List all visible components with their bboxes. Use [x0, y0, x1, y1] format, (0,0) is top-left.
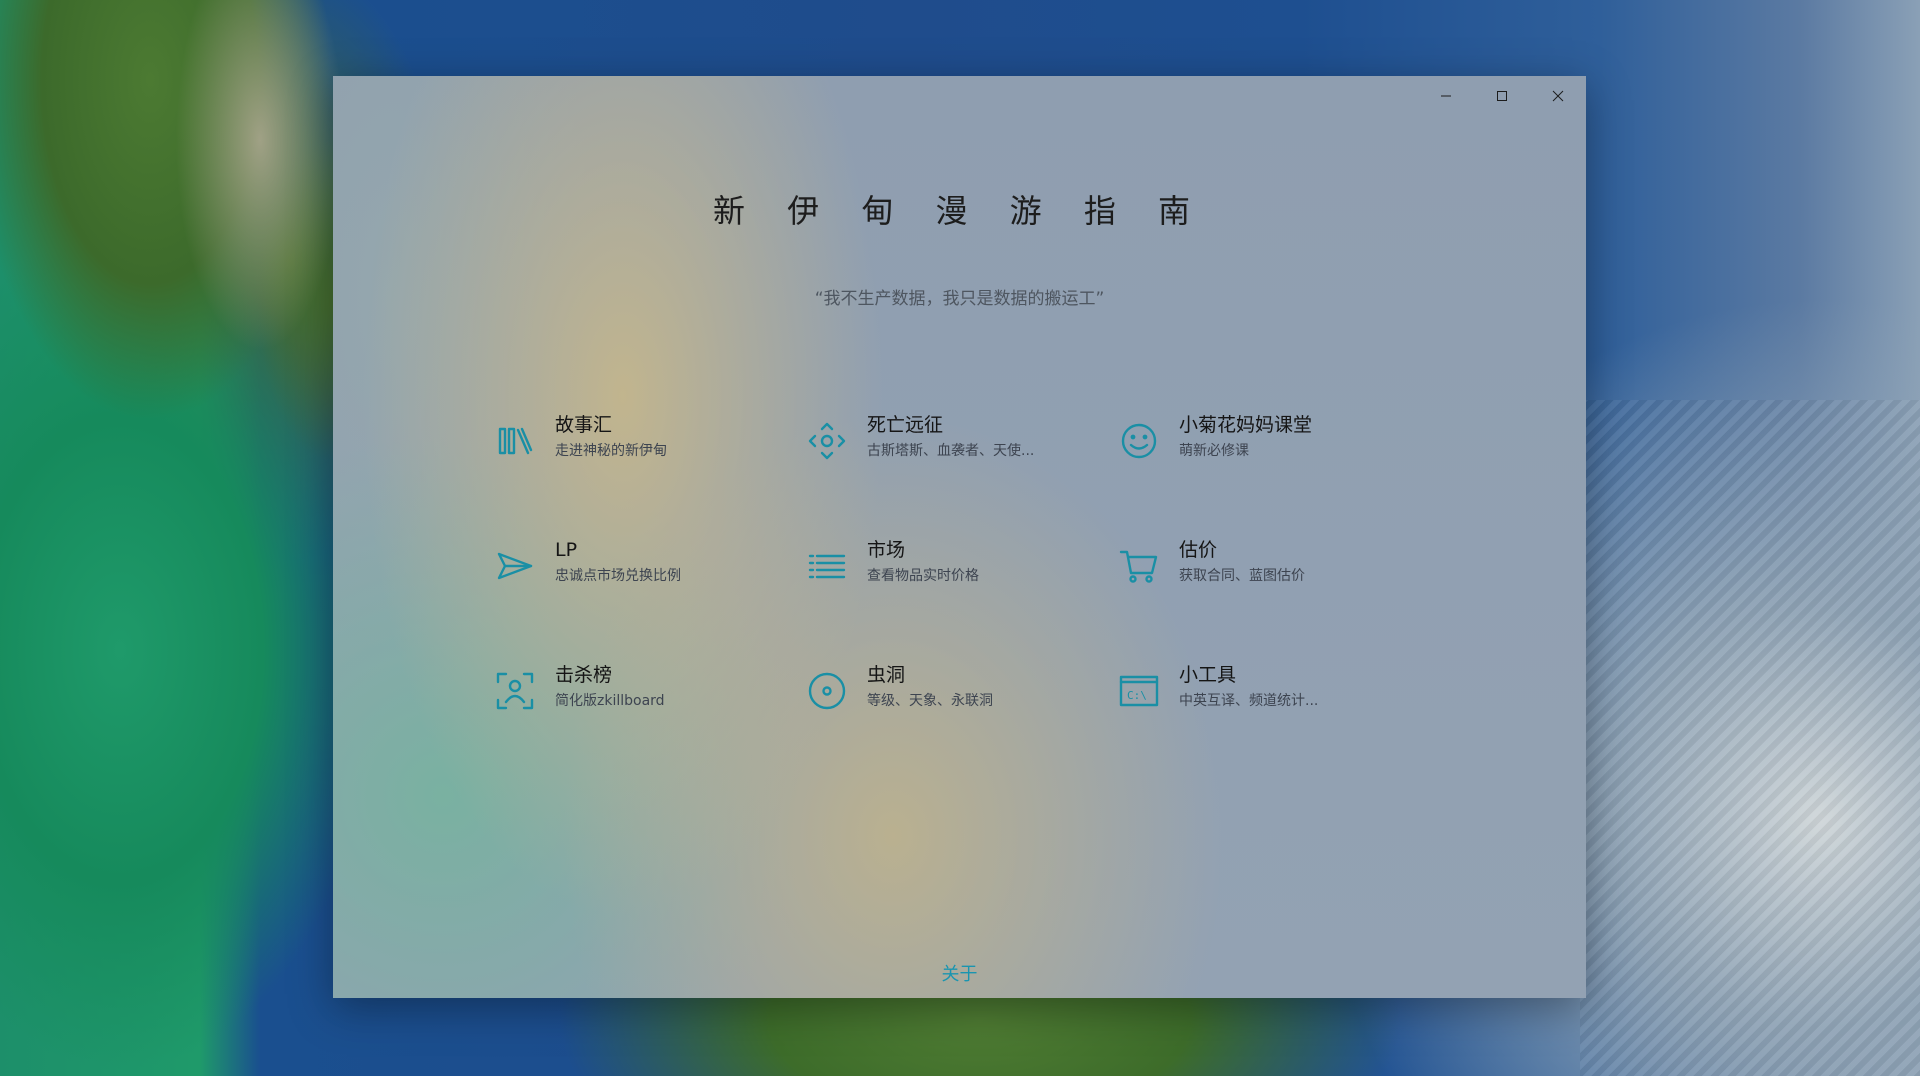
background-shore	[0, 0, 340, 1076]
svg-text:C:\: C:\	[1127, 689, 1147, 702]
tile-subtitle: 忠诚点市场兑换比例	[555, 568, 681, 584]
tile-subtitle: 走进神秘的新伊甸	[555, 443, 667, 459]
tile-expedition[interactable]: 死亡远征 古斯塔斯、血袭者、天使...	[805, 413, 1117, 538]
tile-subtitle: 等级、天象、永联洞	[867, 693, 993, 709]
tile-title: LP	[555, 539, 578, 561]
tile-subtitle: 萌新必修课	[1179, 443, 1249, 459]
list-icon	[805, 544, 849, 588]
close-button[interactable]	[1530, 76, 1586, 116]
cart-icon	[1117, 544, 1161, 588]
minimize-button[interactable]	[1418, 76, 1474, 116]
tile-title: 故事汇	[555, 414, 613, 436]
tile-stories[interactable]: 故事汇 走进神秘的新伊甸	[493, 413, 805, 538]
tile-title: 市场	[867, 539, 906, 561]
send-icon	[493, 544, 537, 588]
tile-market[interactable]: 市场 查看物品实时价格	[805, 538, 1117, 663]
tile-subtitle: 获取合同、蓝图估价	[1179, 568, 1305, 584]
maximize-icon	[1497, 91, 1507, 101]
target-icon	[805, 669, 849, 713]
tile-title: 小菊花妈妈课堂	[1179, 414, 1313, 436]
feature-grid: 故事汇 走进神秘的新伊甸 死亡远征 古斯塔斯、血袭者、天使... 小菊花妈妈课堂…	[493, 413, 1429, 788]
library-icon	[493, 419, 537, 463]
app-window: 新 伊 甸 漫 游 指 南 “我不生产数据，我只是数据的搬运工” 故事汇 走进神…	[333, 76, 1586, 998]
move-arrows-icon	[805, 419, 849, 463]
command-prompt-icon: C:\	[1117, 669, 1161, 713]
tile-title: 估价	[1179, 539, 1218, 561]
tile-killboard[interactable]: 击杀榜 简化版zkillboard	[493, 663, 805, 788]
smiley-icon	[1117, 419, 1161, 463]
tile-title: 死亡远征	[867, 414, 944, 436]
tile-subtitle: 中英互译、频道统计...	[1179, 693, 1319, 709]
background-sea	[1580, 400, 1920, 1076]
minimize-icon	[1441, 95, 1451, 97]
close-icon	[1552, 90, 1564, 102]
tile-subtitle: 古斯塔斯、血袭者、天使...	[867, 443, 1035, 459]
tile-title: 击杀榜	[555, 664, 613, 686]
tile-tools[interactable]: C:\ 小工具 中英互译、频道统计...	[1117, 663, 1429, 788]
tile-subtitle: 查看物品实时价格	[867, 568, 979, 584]
tile-classroom[interactable]: 小菊花妈妈课堂 萌新必修课	[1117, 413, 1429, 538]
tile-appraisal[interactable]: 估价 获取合同、蓝图估价	[1117, 538, 1429, 663]
contact-scan-icon	[493, 669, 537, 713]
tile-lp[interactable]: LP 忠诚点市场兑换比例	[493, 538, 805, 663]
maximize-button[interactable]	[1474, 76, 1530, 116]
page-title: 新 伊 甸 漫 游 指 南	[712, 192, 1207, 230]
page-subtitle: “我不生产数据，我只是数据的搬运工”	[814, 289, 1105, 309]
about-link[interactable]: 关于	[333, 960, 1586, 986]
window-controls	[1418, 76, 1586, 116]
tile-subtitle: 简化版zkillboard	[555, 693, 665, 709]
tile-wormhole[interactable]: 虫洞 等级、天象、永联洞	[805, 663, 1117, 788]
tile-title: 小工具	[1179, 664, 1237, 686]
tile-title: 虫洞	[867, 664, 906, 686]
